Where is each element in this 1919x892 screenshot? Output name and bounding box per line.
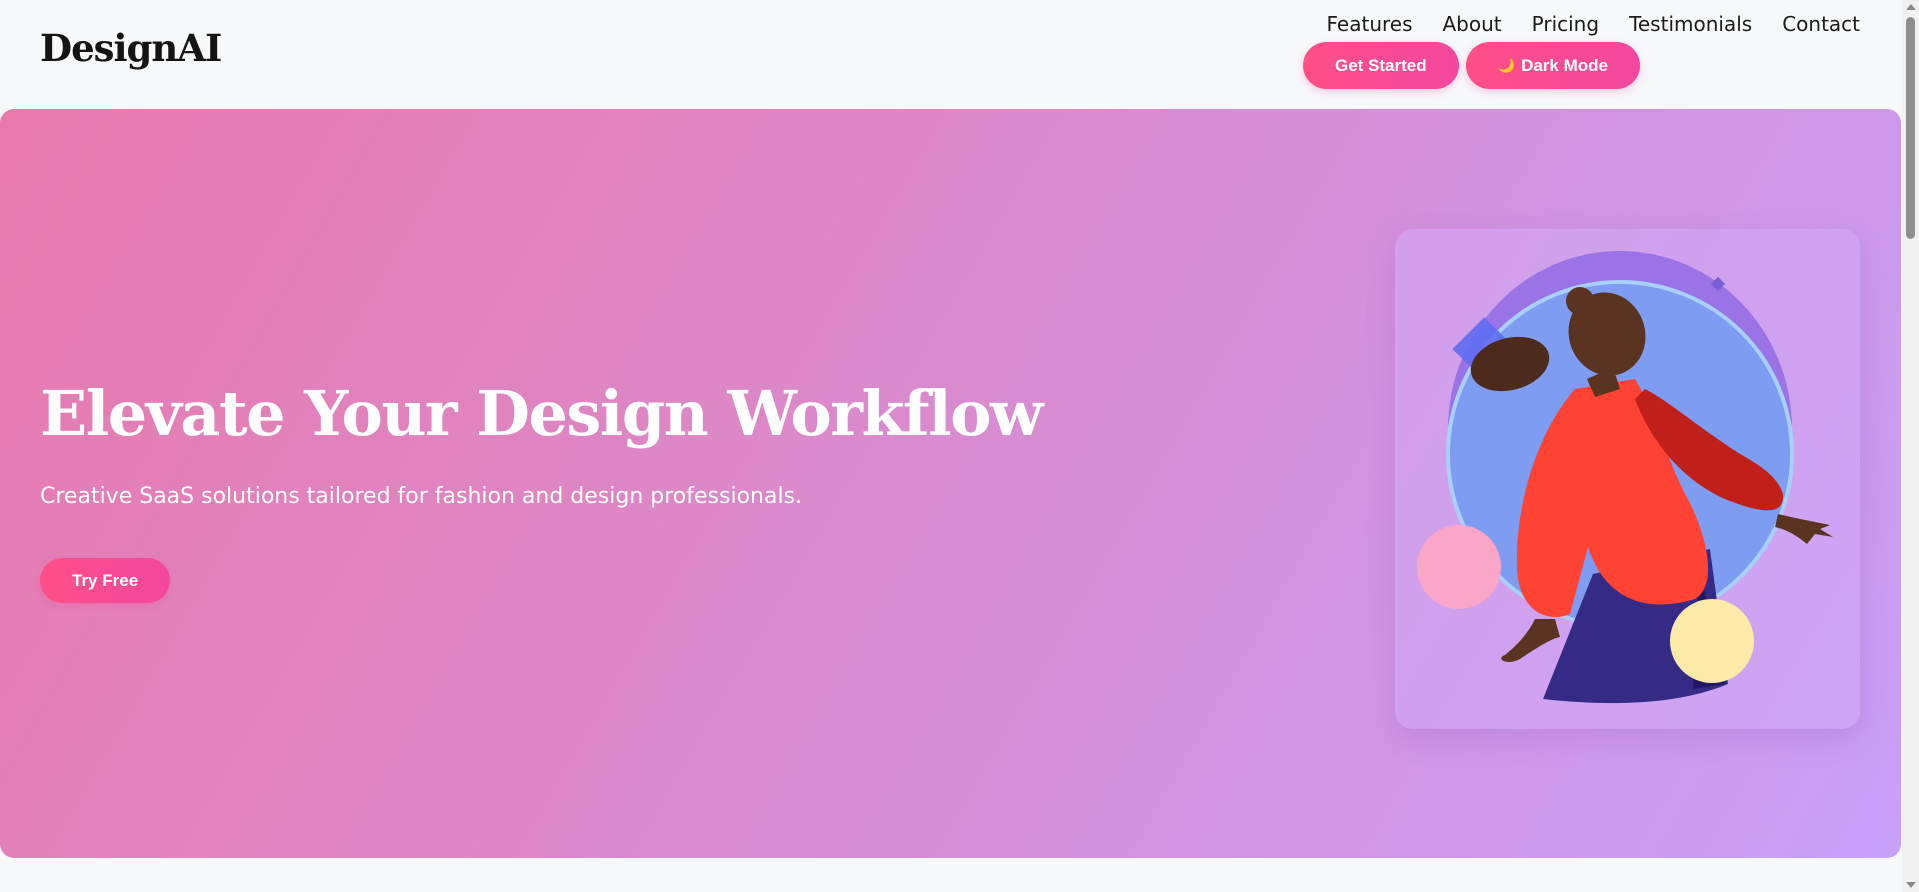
- hero-illustration-card: [1395, 229, 1860, 729]
- main-nav: Features About Pricing Testimonials Cont…: [1327, 12, 1861, 36]
- yellow-circle-shape: [1670, 599, 1754, 683]
- scroll-up-arrow-icon[interactable]: [1906, 4, 1916, 10]
- vertical-scrollbar[interactable]: [1902, 0, 1919, 892]
- pink-circle-shape: [1417, 525, 1501, 609]
- dark-mode-label: Dark Mode: [1521, 55, 1608, 75]
- right-hand-shape: [1775, 514, 1833, 544]
- nav-item-features[interactable]: Features: [1327, 12, 1413, 36]
- moon-icon: 🌙: [1497, 57, 1516, 73]
- dark-mode-button[interactable]: 🌙 Dark Mode: [1465, 42, 1640, 89]
- nav-item-pricing[interactable]: Pricing: [1532, 12, 1599, 36]
- hair-bun-shape: [1566, 287, 1594, 315]
- nav-item-testimonials[interactable]: Testimonials: [1629, 12, 1752, 36]
- get-started-button[interactable]: Get Started: [1303, 42, 1459, 89]
- scroll-down-arrow-icon[interactable]: [1906, 882, 1916, 888]
- left-hand-shape: [1501, 619, 1560, 662]
- nav-item-contact[interactable]: Contact: [1782, 12, 1860, 36]
- woman-illustration-icon: [1417, 251, 1833, 704]
- site-header: DesignAI Features About Pricing Testimon…: [0, 0, 1900, 108]
- hero-section: Elevate Your Design Workflow Creative Sa…: [0, 109, 1901, 858]
- header-actions: Get Started 🌙 Dark Mode: [1303, 42, 1640, 89]
- landing-page: DesignAI Features About Pricing Testimon…: [0, 0, 1919, 892]
- logo[interactable]: DesignAI: [40, 26, 222, 70]
- try-free-button[interactable]: Try Free: [40, 558, 171, 603]
- hero-title: Elevate Your Design Workflow: [40, 377, 1043, 450]
- nav-item-about[interactable]: About: [1443, 12, 1502, 36]
- scroll-thumb[interactable]: [1906, 17, 1915, 239]
- hero-subtitle: Creative SaaS solutions tailored for fas…: [40, 484, 803, 509]
